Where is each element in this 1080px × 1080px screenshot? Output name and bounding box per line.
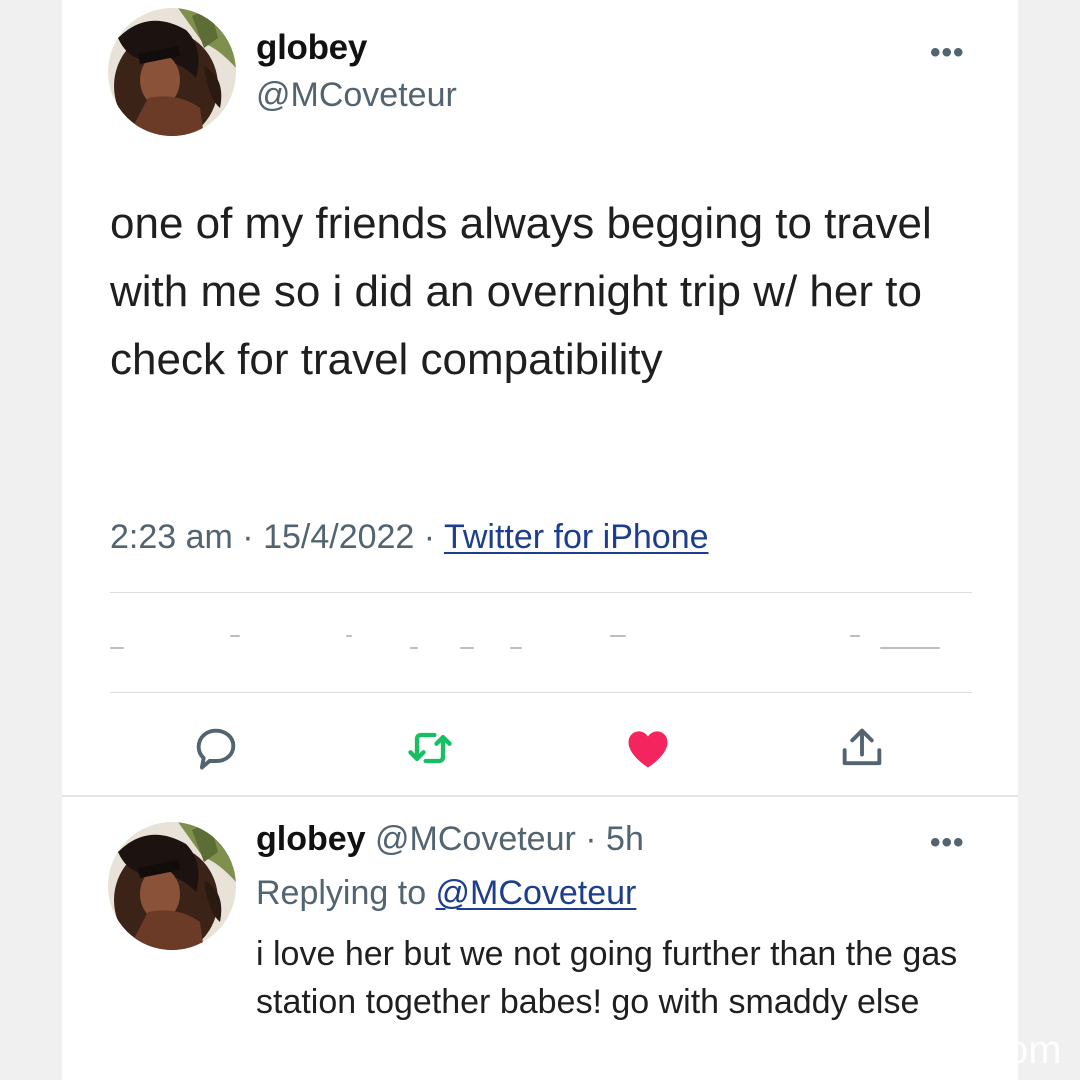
replying-to-prefix: Replying to: [256, 874, 436, 912]
meta-separator: ·: [232, 518, 264, 556]
reply-header: globey @MCoveteur · 5h: [256, 820, 644, 859]
replying-to-link[interactable]: @MCoveteur: [436, 874, 637, 912]
like-icon[interactable]: [622, 722, 674, 774]
watermark: om: [1006, 1028, 1062, 1072]
replying-to-line: Replying to @MCoveteur: [256, 874, 636, 913]
reply-more-options-icon[interactable]: •••: [930, 828, 965, 858]
tweet-time: 2:23 am: [110, 518, 233, 556]
tweet-source-link[interactable]: Twitter for iPhone: [444, 518, 709, 556]
reply-text: i love her but we not going further than…: [256, 935, 958, 1021]
author-avatar[interactable]: [108, 8, 236, 136]
reply-age: 5h: [606, 820, 644, 858]
divider: [110, 692, 972, 693]
tweet-date: 15/4/2022: [263, 518, 415, 556]
author-name[interactable]: globey: [256, 28, 367, 68]
meta-separator: ·: [414, 518, 444, 556]
divider: [110, 592, 972, 593]
engagement-stats-row: [110, 625, 972, 655]
reply-author-handle[interactable]: @MCoveteur: [375, 820, 576, 858]
section-separator: [62, 795, 1018, 797]
reply-author-name[interactable]: globey: [256, 820, 366, 858]
tweet-meta: 2:23 am · 15/4/2022 · Twitter for iPhone: [110, 518, 709, 557]
share-icon[interactable]: [836, 722, 888, 774]
reply-author-avatar[interactable]: [108, 822, 236, 950]
reply-icon[interactable]: [190, 722, 242, 774]
meta-separator: ·: [575, 820, 607, 858]
author-handle[interactable]: @MCoveteur: [256, 76, 457, 115]
more-options-icon[interactable]: •••: [930, 38, 965, 68]
tweet-text: one of my friends always begging to trav…: [110, 199, 932, 384]
retweet-icon[interactable]: [404, 722, 456, 774]
